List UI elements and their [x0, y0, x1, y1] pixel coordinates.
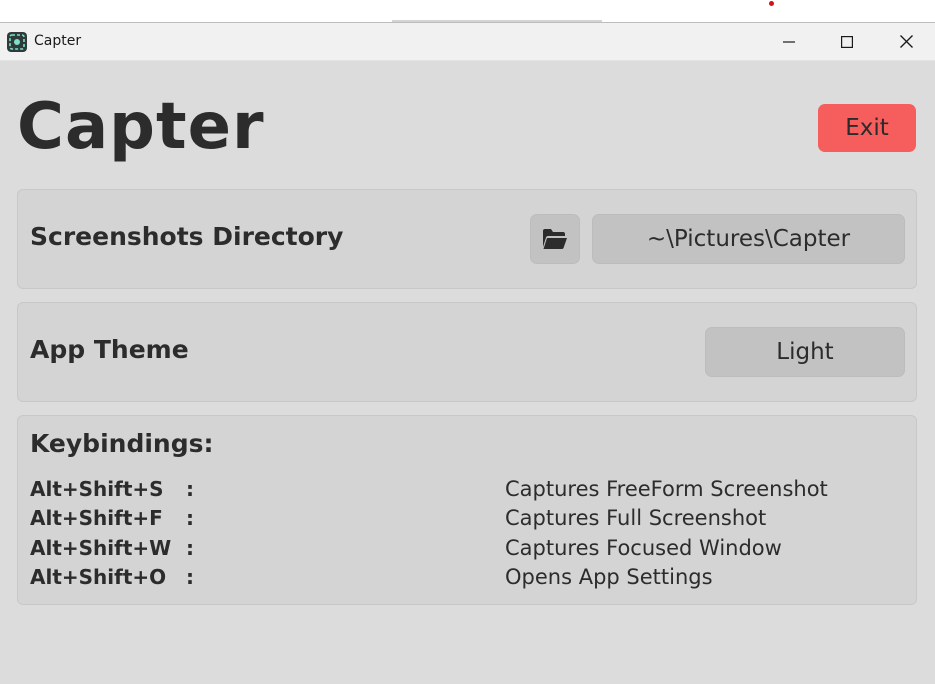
keybinding-separator: :: [186, 536, 194, 560]
exit-button[interactable]: Exit: [818, 104, 916, 152]
keybinding-description: Captures FreeForm Screenshot: [505, 477, 828, 501]
folder-open-icon: [543, 229, 567, 249]
page-title: Capter: [17, 90, 265, 164]
keybindings-card: Keybindings: Alt+Shift+S : Captures Free…: [17, 415, 917, 605]
screenshots-directory-path-button[interactable]: ~\Pictures\Capter: [592, 214, 905, 264]
desktop-background: [0, 0, 935, 22]
maximize-icon: [841, 35, 853, 48]
keybinding-combo: Alt+Shift+W: [30, 536, 172, 560]
browse-folder-button[interactable]: [530, 214, 580, 264]
close-icon: [899, 35, 913, 48]
close-button[interactable]: [883, 23, 929, 60]
keybinding-separator: :: [186, 477, 194, 501]
keybindings-label: Keybindings:: [30, 429, 214, 458]
title-bar: Capter: [0, 23, 935, 61]
keybinding-combo: Alt+Shift+S: [30, 477, 164, 501]
minimize-button[interactable]: [766, 23, 812, 60]
keybinding-combo: Alt+Shift+O: [30, 565, 167, 589]
settings-content: Capter Exit Screenshots Directory ~\Pict…: [0, 61, 935, 684]
app-logo-icon: [7, 32, 27, 52]
keybinding-separator: :: [186, 506, 194, 530]
minimize-icon: [783, 40, 795, 43]
screenshots-directory-card: Screenshots Directory ~\Pictures\Capter: [17, 189, 917, 289]
theme-toggle-button[interactable]: Light: [705, 327, 905, 377]
keybinding-description: Opens App Settings: [505, 565, 713, 589]
window-title: Capter: [34, 33, 82, 49]
app-theme-card: App Theme Light: [17, 302, 917, 402]
keybinding-row: Alt+Shift+W : Captures Focused Window: [30, 536, 910, 564]
app-theme-label: App Theme: [30, 335, 189, 364]
keybinding-row: Alt+Shift+O : Opens App Settings: [30, 565, 910, 593]
keybinding-row: Alt+Shift+F : Captures Full Screenshot: [30, 506, 910, 534]
screenshots-directory-label: Screenshots Directory: [30, 222, 344, 251]
keybinding-description: Captures Full Screenshot: [505, 506, 767, 530]
desktop-indicator-dot: [769, 1, 774, 6]
keybinding-row: Alt+Shift+S : Captures FreeForm Screensh…: [30, 477, 910, 505]
keybinding-description: Captures Focused Window: [505, 536, 782, 560]
app-window: Capter Capter Exit Screenshots Directory: [0, 22, 935, 684]
keybinding-combo: Alt+Shift+F: [30, 506, 163, 530]
keybinding-separator: :: [186, 565, 194, 589]
maximize-button[interactable]: [824, 23, 870, 60]
